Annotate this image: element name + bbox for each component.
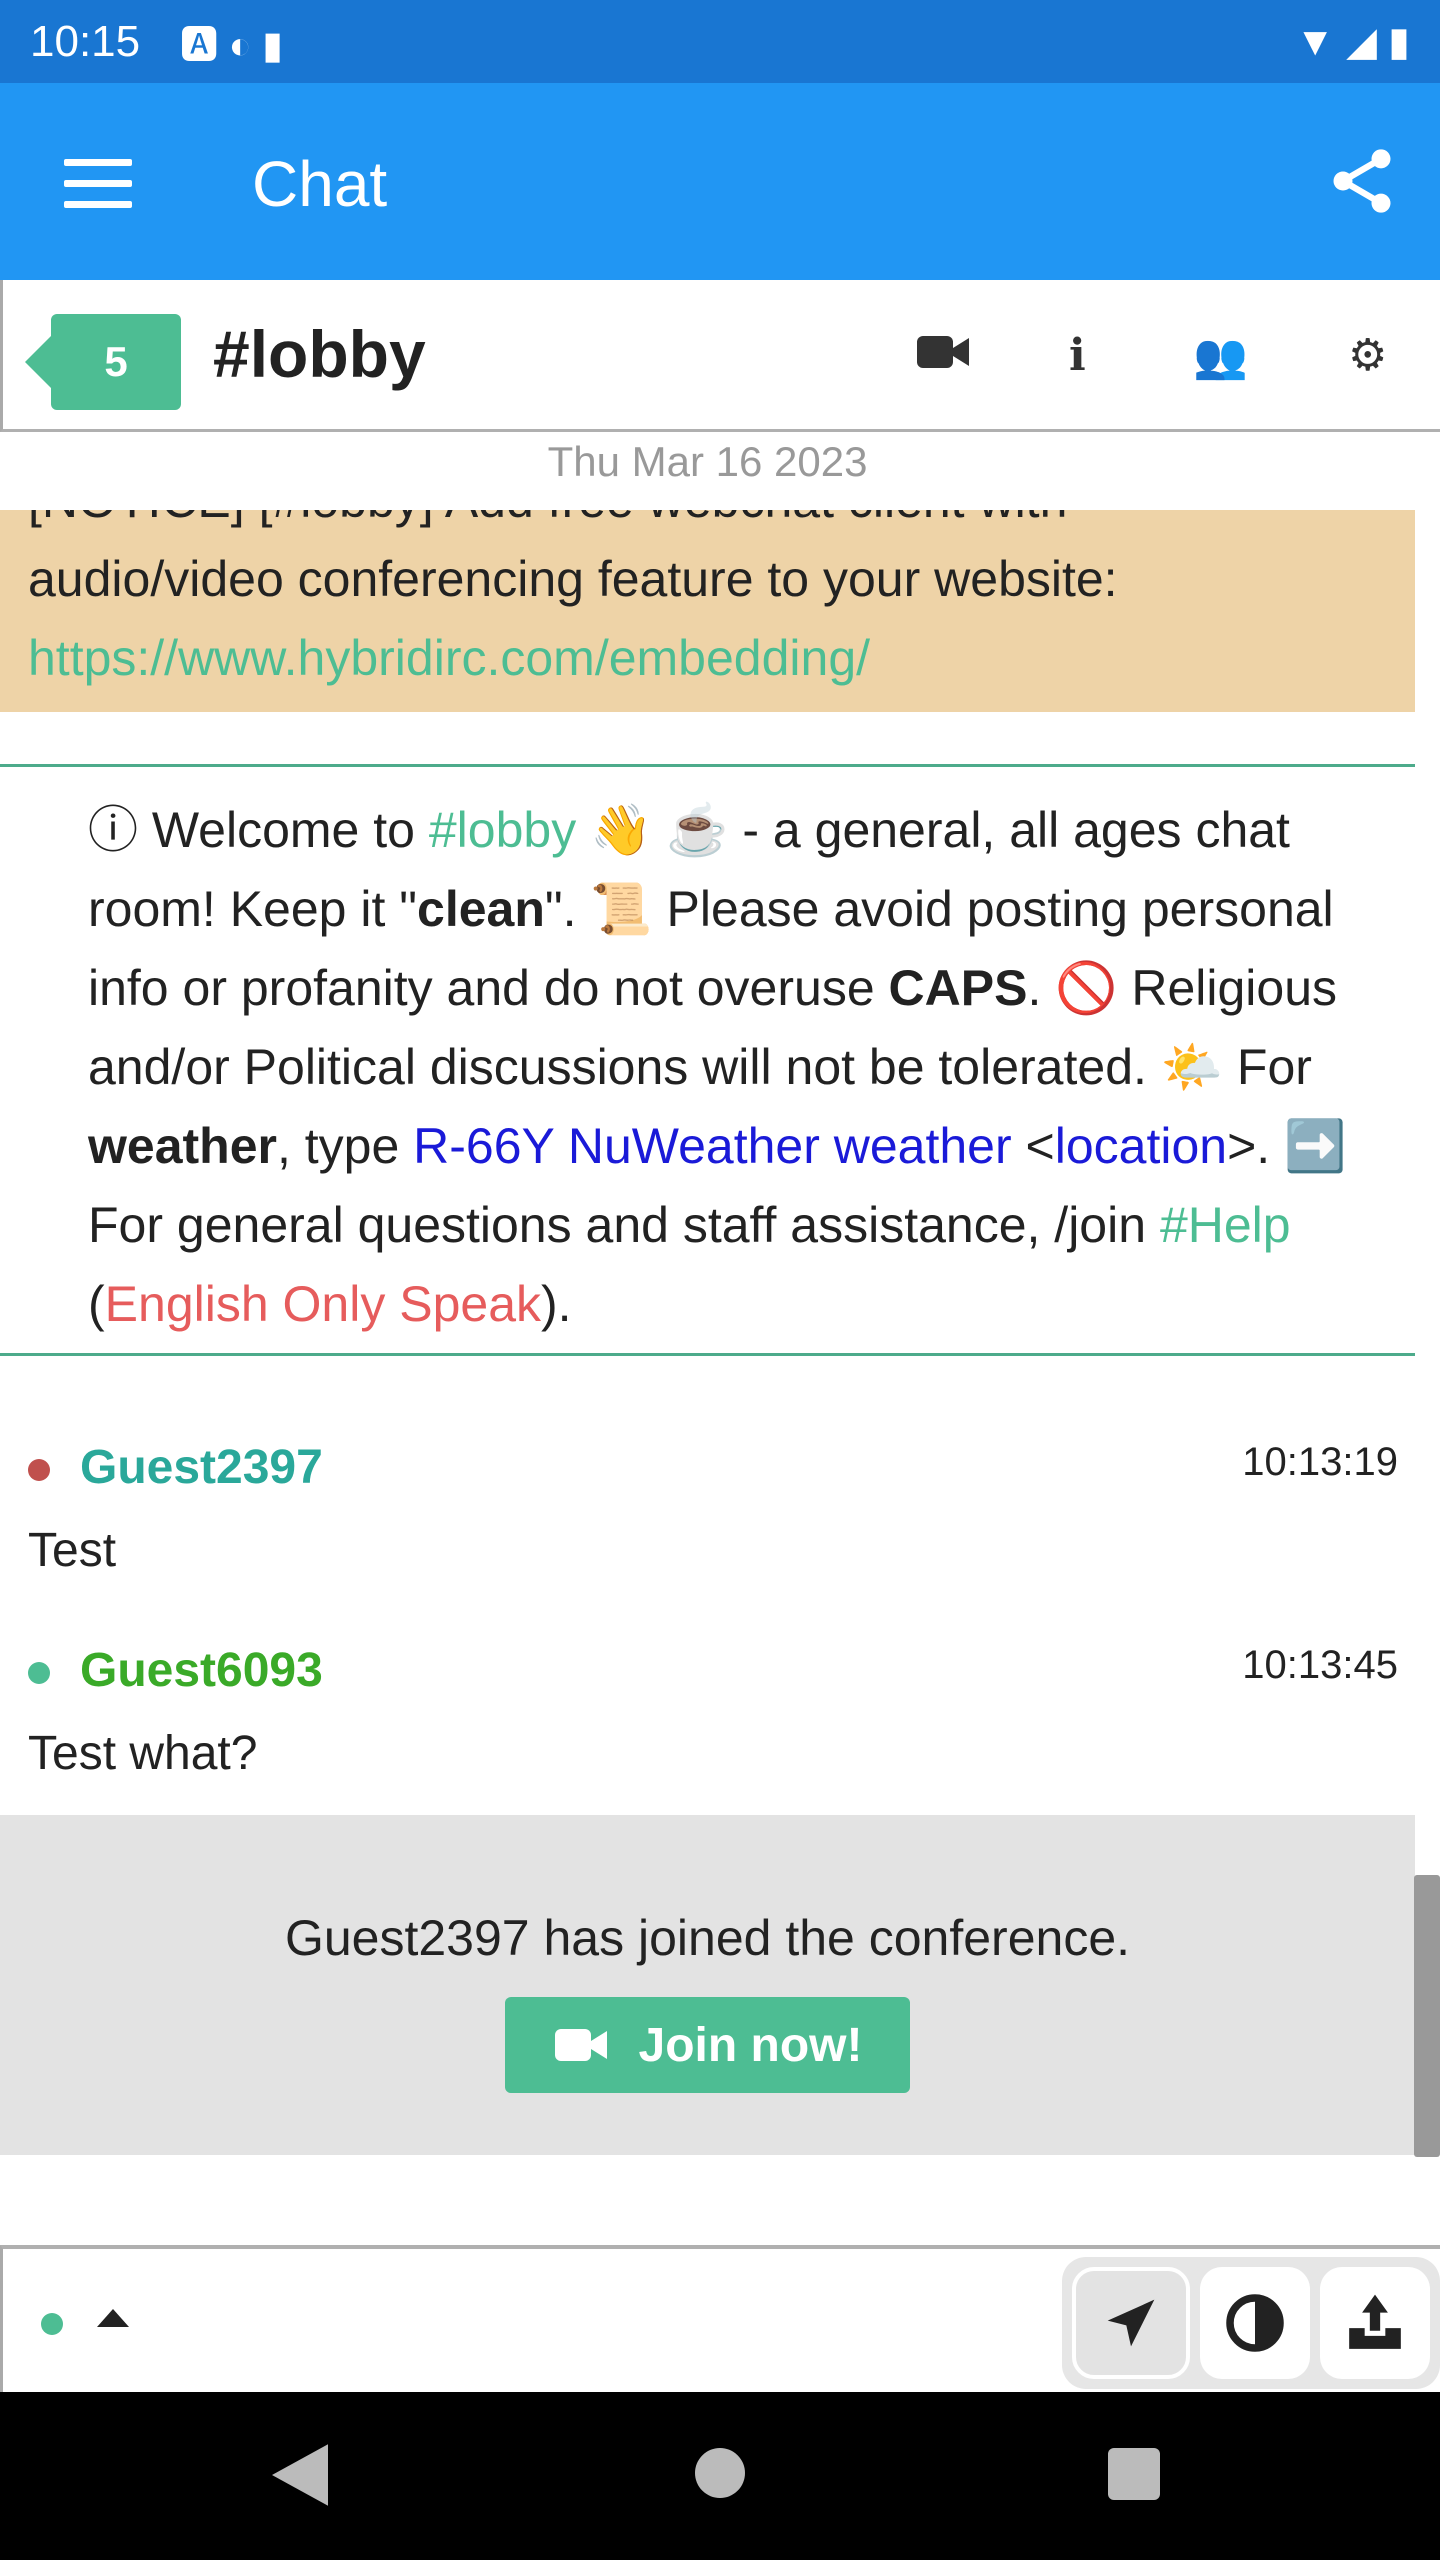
join-conference-button[interactable]: Join now! bbox=[504, 1997, 911, 2093]
upload-button[interactable] bbox=[1320, 2267, 1430, 2379]
notice-partial: [NOTICE] [#lobby] Add free webchat clien… bbox=[28, 510, 1387, 540]
chat-message: Guest2397 10:13:19 Test bbox=[28, 1440, 1398, 1578]
topic-bold: clean bbox=[417, 881, 545, 937]
presence-dot bbox=[28, 1459, 50, 1482]
help-channel-link[interactable]: #Help bbox=[1160, 1197, 1291, 1253]
channel-title: #lobby bbox=[213, 317, 426, 391]
info-icon[interactable]: i bbox=[1069, 330, 1086, 381]
app-title: Chat bbox=[252, 148, 388, 220]
topic-text: ). bbox=[541, 1276, 572, 1332]
send-button[interactable] bbox=[1072, 2267, 1190, 2379]
navigation-bar bbox=[0, 2392, 1440, 2560]
topic-text: ( bbox=[88, 1276, 105, 1332]
home-icon[interactable] bbox=[695, 2448, 745, 2498]
contrast-icon bbox=[1226, 2294, 1284, 2352]
channel-header: 5 #lobby i 👥 ⚙ bbox=[0, 280, 1440, 432]
status-time: 10:15 bbox=[30, 16, 141, 66]
app-bar: Chat bbox=[0, 83, 1440, 280]
unread-badge[interactable]: 5 bbox=[25, 314, 181, 410]
status-bar: 10:15 🅰 ◐ ▮ ▼ ◢ ▮ bbox=[0, 0, 1440, 83]
video-icon bbox=[554, 2029, 607, 2061]
notification-icon: 🅰 ◐ ▮ bbox=[180, 25, 284, 67]
conference-notice: Guest2397 has joined the conference. Joi… bbox=[0, 1815, 1415, 2155]
message-text: Test bbox=[28, 1524, 117, 1577]
recents-icon[interactable] bbox=[1108, 2448, 1160, 2500]
notice-text: audio/video conferencing feature to your… bbox=[28, 551, 1118, 607]
conference-text: Guest2397 has joined the conference. bbox=[284, 1910, 1131, 1966]
message-nick[interactable]: Guest6093 bbox=[80, 1644, 323, 1697]
presence-dot bbox=[28, 1662, 50, 1685]
channel-topic: ⓘ Welcome to #lobby 👋 ☕ - a general, all… bbox=[0, 764, 1415, 1356]
menu-icon[interactable] bbox=[64, 159, 132, 222]
topic-bold: weather bbox=[88, 1118, 277, 1174]
notice-link[interactable]: https://www.hybridirc.com/embedding/ bbox=[28, 630, 870, 686]
location-placeholder: location bbox=[1054, 1118, 1228, 1174]
video-icon[interactable] bbox=[917, 332, 969, 372]
topic-text: < bbox=[1011, 1118, 1055, 1174]
action-buttons bbox=[1062, 2257, 1440, 2389]
notice-message: [NOTICE] [#lobby] Add free webchat clien… bbox=[0, 510, 1415, 712]
scrollbar[interactable] bbox=[1414, 1875, 1440, 2157]
message-time: 10:13:45 bbox=[1242, 1643, 1398, 1687]
channel-link[interactable]: #lobby bbox=[429, 802, 576, 858]
input-bar bbox=[0, 2245, 1440, 2392]
share-icon[interactable] bbox=[1324, 143, 1400, 219]
presence-dot bbox=[41, 2313, 63, 2335]
message-nick[interactable]: Guest2397 bbox=[80, 1441, 323, 1494]
back-icon[interactable] bbox=[272, 2444, 328, 2506]
gear-icon[interactable]: ⚙ bbox=[1348, 330, 1387, 381]
join-label: Join now! bbox=[638, 2018, 863, 2072]
send-icon bbox=[1107, 2299, 1155, 2347]
topic-bold: CAPS bbox=[888, 960, 1028, 1016]
theme-toggle-button[interactable] bbox=[1200, 2267, 1310, 2379]
users-icon[interactable]: 👥 bbox=[1193, 330, 1248, 382]
weather-command: R-66Y NuWeather weather bbox=[413, 1118, 1012, 1174]
date-separator: Thu Mar 16 2023 bbox=[547, 438, 868, 485]
system-icons: ▼ ◢ ▮ bbox=[1295, 19, 1410, 64]
chat-message: Guest6093 10:13:45 Test what? bbox=[28, 1643, 1398, 1781]
message-text: Test what? bbox=[28, 1727, 258, 1780]
upload-icon bbox=[1349, 2294, 1401, 2349]
topic-text: ⓘ Welcome to bbox=[88, 802, 429, 858]
expand-up-icon[interactable] bbox=[97, 2309, 129, 2327]
english-only-text: English Only Speak bbox=[104, 1276, 542, 1332]
message-time: 10:13:19 bbox=[1242, 1440, 1398, 1484]
topic-text: , type bbox=[276, 1118, 414, 1174]
